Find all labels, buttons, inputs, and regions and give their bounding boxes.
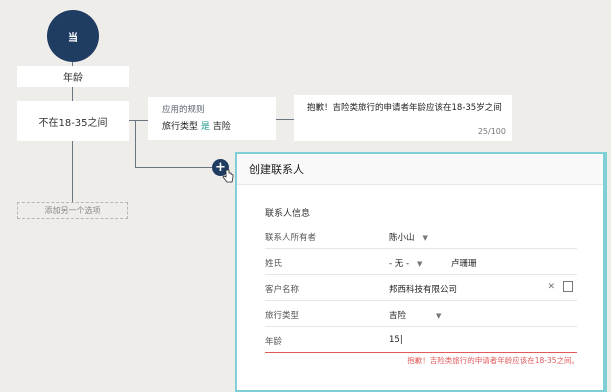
field-label: 年龄 [265, 337, 283, 347]
rule-field: 旅行类型 [162, 122, 199, 132]
root-node[interactable]: 当 [47, 10, 99, 62]
chevron-down-icon: ▼ [417, 260, 423, 268]
field-lastname[interactable]: 姓氏 - 无 - ▼ 卢珊珊 [265, 252, 577, 275]
connector-line [72, 87, 73, 101]
connector-line [135, 167, 212, 168]
chevron-down-icon: ▼ [422, 234, 428, 242]
rule-title: 应用的规则 [162, 105, 205, 115]
field-customer[interactable]: 客户名称 邦西科技有限公司 ✕ [265, 278, 577, 301]
field-owner[interactable]: 联系人所有者 陈小山 ▼ [265, 226, 577, 249]
customer-input[interactable]: 邦西科技有限公司 [389, 283, 457, 295]
range-node[interactable]: 不在18-35之间 [17, 101, 129, 141]
age-error-message: 抱歉！吉险类旅行的申请者年龄应该在18-35之间。 [407, 356, 579, 365]
connector-line [276, 119, 294, 120]
hand-cursor-icon [222, 168, 234, 187]
field-travel-type[interactable]: 旅行类型 吉险 ▼ [265, 304, 577, 327]
message-node[interactable]: 抱歉！吉险类旅行的申请者年龄应该在18-35岁之间 25/100 [294, 95, 512, 141]
field-label: 联系人所有者 [265, 233, 317, 243]
salutation-select[interactable]: - 无 - ▼ [389, 257, 422, 269]
clear-icon[interactable]: ✕ [547, 282, 555, 292]
message-text: 抱歉！吉险类旅行的申请者年龄应该在18-35岁之间 [307, 103, 502, 113]
field-label: 姓氏 [265, 259, 283, 269]
lastname-input[interactable]: 卢珊珊 [451, 257, 477, 269]
chevron-down-icon: ▼ [436, 312, 442, 320]
lookup-icon[interactable] [563, 281, 573, 292]
field-label: 旅行类型 [265, 311, 300, 321]
add-option-button[interactable]: 添加另一个选项 [17, 202, 128, 219]
connector-line [135, 121, 136, 168]
character-count: 25/100 [477, 127, 506, 136]
applied-rule-node[interactable]: 应用的规则 旅行类型 是 吉险 [148, 97, 276, 140]
field-age[interactable]: 年龄 15| [265, 330, 577, 353]
travel-type-select[interactable]: 吉险 ▼ [389, 309, 441, 321]
age-node[interactable]: 年龄 [17, 66, 129, 87]
section-title: 联系人信息 [265, 209, 311, 219]
age-input[interactable]: 15| [389, 335, 403, 345]
rule-condition: 旅行类型 是 吉险 [162, 119, 276, 132]
dialog-title: 创建联系人 [237, 154, 603, 185]
rule-value: 吉险 [212, 122, 231, 132]
connector-line [72, 141, 73, 202]
create-contact-dialog: 创建联系人 联系人信息 联系人所有者 陈小山 ▼ 姓氏 - 无 - ▼ 卢珊珊 客户… [235, 152, 607, 392]
connector-line [129, 120, 148, 121]
field-label: 客户名称 [265, 285, 300, 295]
rule-operator: 是 [200, 122, 210, 132]
owner-select[interactable]: 陈小山 ▼ [389, 231, 428, 243]
